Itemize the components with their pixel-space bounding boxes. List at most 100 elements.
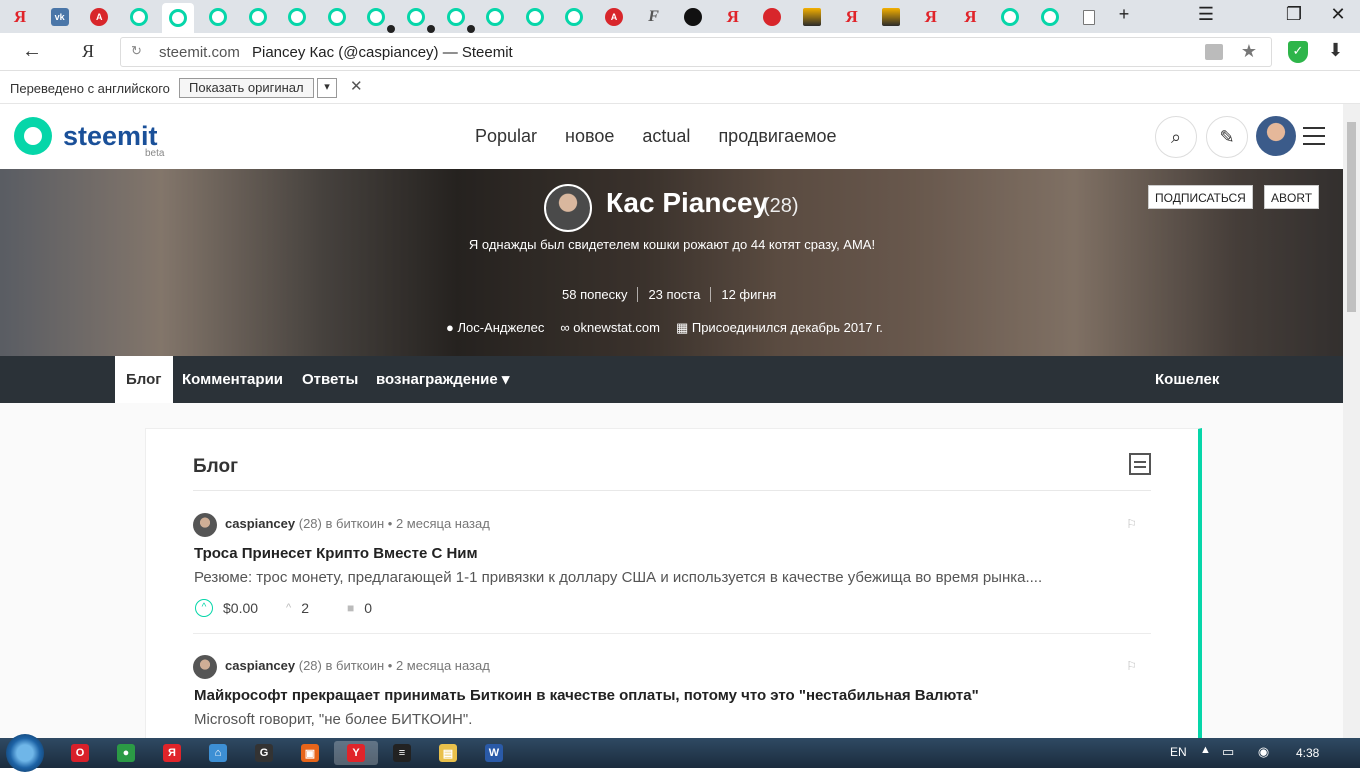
browser-tab[interactable]: vk [44,4,76,30]
browser-tab[interactable]: Я [4,4,36,30]
post-meta[interactable]: в биткоин • 2 месяца назад [325,658,489,673]
start-button[interactable] [6,734,44,772]
post-summary[interactable]: Резюме: трос монету, предлагающей 1-1 пр… [194,569,1042,586]
profile-about: Я однажды был свидетелем кошки рожают до… [468,237,876,252]
browser-tab[interactable] [242,4,274,30]
nav-promoted[interactable]: продвигаемое [718,126,836,147]
language-indicator[interactable]: EN [1170,745,1187,759]
post-summary[interactable]: Microsoft говорит, "не более БИТКОИН". [194,711,472,728]
tray-icons[interactable]: ▭ ◉ [1222,744,1279,760]
browser-tab[interactable]: A [83,4,115,30]
browser-tab[interactable] [360,4,396,33]
website[interactable]: ∞ oknewstat.com [560,320,660,336]
browser-tab[interactable] [281,4,313,30]
tab-blog[interactable]: Блог [115,356,173,403]
browser-tab[interactable]: Я [915,4,947,30]
github-icon [684,8,703,26]
show-original-button[interactable]: Показать оригинал [179,78,314,98]
scrollbar-thumb[interactable] [1347,122,1356,312]
flag-icon[interactable]: ⚐ [1126,517,1137,531]
post-votes[interactable]: 2 [301,600,309,616]
flag-icon[interactable]: ⚐ [1126,659,1137,673]
lock-icon[interactable] [1205,44,1223,60]
taskbar-app-button[interactable]: W [472,741,516,765]
translate-options-dropdown[interactable]: ▾ [317,78,337,98]
browser-tab[interactable]: A [598,4,630,30]
tab-rewards[interactable]: вознаграждение ▾ [376,356,509,403]
yandex-button[interactable]: Я [82,41,94,62]
post-title[interactable]: Троса Принесет Крипто Вместе С Ним [194,545,478,562]
tray-expand-icon[interactable]: ▲ [1200,744,1211,756]
taskbar-app-button[interactable]: ▣ [288,741,332,765]
abort-button[interactable]: ABORT [1264,185,1320,209]
steemit-icon [209,8,227,26]
nav-actual[interactable]: actual [642,126,690,147]
tab-wallet[interactable]: Кошелек [1155,356,1219,403]
browser-tab[interactable] [321,4,353,30]
nav-new[interactable]: новое [565,126,614,147]
browser-tab[interactable] [994,4,1026,30]
url-field[interactable]: ↻ steemit.com Piancey Кас (@caspiancey) … [120,37,1272,67]
search-button[interactable]: ⌕ [1155,116,1197,158]
taskbar-app-button[interactable]: O [58,741,102,765]
post-payout[interactable]: $0.00 [223,600,258,616]
browser-tab[interactable]: Я [836,4,868,30]
post-comments[interactable]: 0 [364,600,372,616]
taskbar-app-button[interactable]: Я [150,741,194,765]
restore-window-button[interactable]: ❐ [1274,4,1314,25]
post-author-avatar[interactable] [193,655,217,679]
layout-toggle-icon[interactable] [1129,453,1151,475]
browser-tab[interactable] [1073,4,1105,30]
upvote-icon[interactable]: ^ [195,599,213,617]
following-count[interactable]: 12 фигня [711,287,786,302]
taskbar-app-button[interactable]: ▤ [426,741,470,765]
browser-tab[interactable] [1034,4,1066,30]
browser-tab[interactable]: Я [954,4,986,30]
browser-tab[interactable] [558,4,590,30]
post-meta[interactable]: в биткоин • 2 месяца назад [325,516,489,531]
browser-tab[interactable] [875,4,907,30]
taskbar-app-button[interactable]: Y [334,741,378,765]
back-button[interactable]: ← [22,40,42,63]
browser-tab[interactable] [202,4,234,30]
browser-tab[interactable] [479,4,511,30]
browser-tab[interactable] [400,4,435,33]
browser-tab[interactable] [162,3,195,33]
downloads-icon[interactable]: ⬇ [1328,40,1343,61]
browser-menu-button[interactable]: ☰ [1186,4,1226,25]
new-tab-button[interactable]: + [1104,4,1144,25]
protect-shield-icon[interactable]: ✓ [1288,41,1308,63]
submit-story-button[interactable]: ✎ [1206,116,1248,158]
follow-button[interactable]: ПОДПИСАТЬСЯ [1148,185,1253,209]
tab-replies[interactable]: Ответы [302,356,358,403]
steemit-logo-icon[interactable] [14,117,52,155]
browser-tab[interactable] [123,4,155,30]
browser-tab[interactable] [677,4,709,30]
close-window-button[interactable]: ✕ [1318,4,1358,25]
taskbar-app-button[interactable]: ● [104,741,148,765]
taskbar-app-button[interactable]: G [242,741,286,765]
browser-tab[interactable]: Я [717,4,749,30]
post-author-avatar[interactable] [193,513,217,537]
hamburger-menu-icon[interactable] [1303,127,1325,151]
bookmark-star-icon[interactable]: ★ [1241,41,1257,62]
user-avatar[interactable] [1256,116,1296,156]
reload-icon[interactable]: ↻ [131,43,142,59]
browser-tab[interactable] [756,4,788,30]
post-author[interactable]: caspiancey [225,658,295,673]
browser-tab[interactable]: F [638,4,670,30]
steemit-logo-text[interactable]: steemit [63,121,158,152]
browser-tab[interactable] [796,4,828,30]
translate-close-icon[interactable]: ✕ [350,77,363,95]
followers-count[interactable]: 58 попеску [552,287,639,302]
post-author[interactable]: caspiancey [225,516,295,531]
browser-tab[interactable] [519,4,551,30]
tab-comments[interactable]: Комментарии [182,356,283,403]
nav-popular[interactable]: Popular [475,126,537,147]
clock[interactable]: 4:38 [1296,746,1319,760]
taskbar-app-button[interactable]: ≡ [380,741,424,765]
page-scrollbar[interactable] [1343,104,1360,738]
post-title[interactable]: Майкрософт прекращает принимать Биткоин … [194,687,979,704]
browser-tab[interactable] [440,4,475,33]
taskbar-app-button[interactable]: ⌂ [196,741,240,765]
